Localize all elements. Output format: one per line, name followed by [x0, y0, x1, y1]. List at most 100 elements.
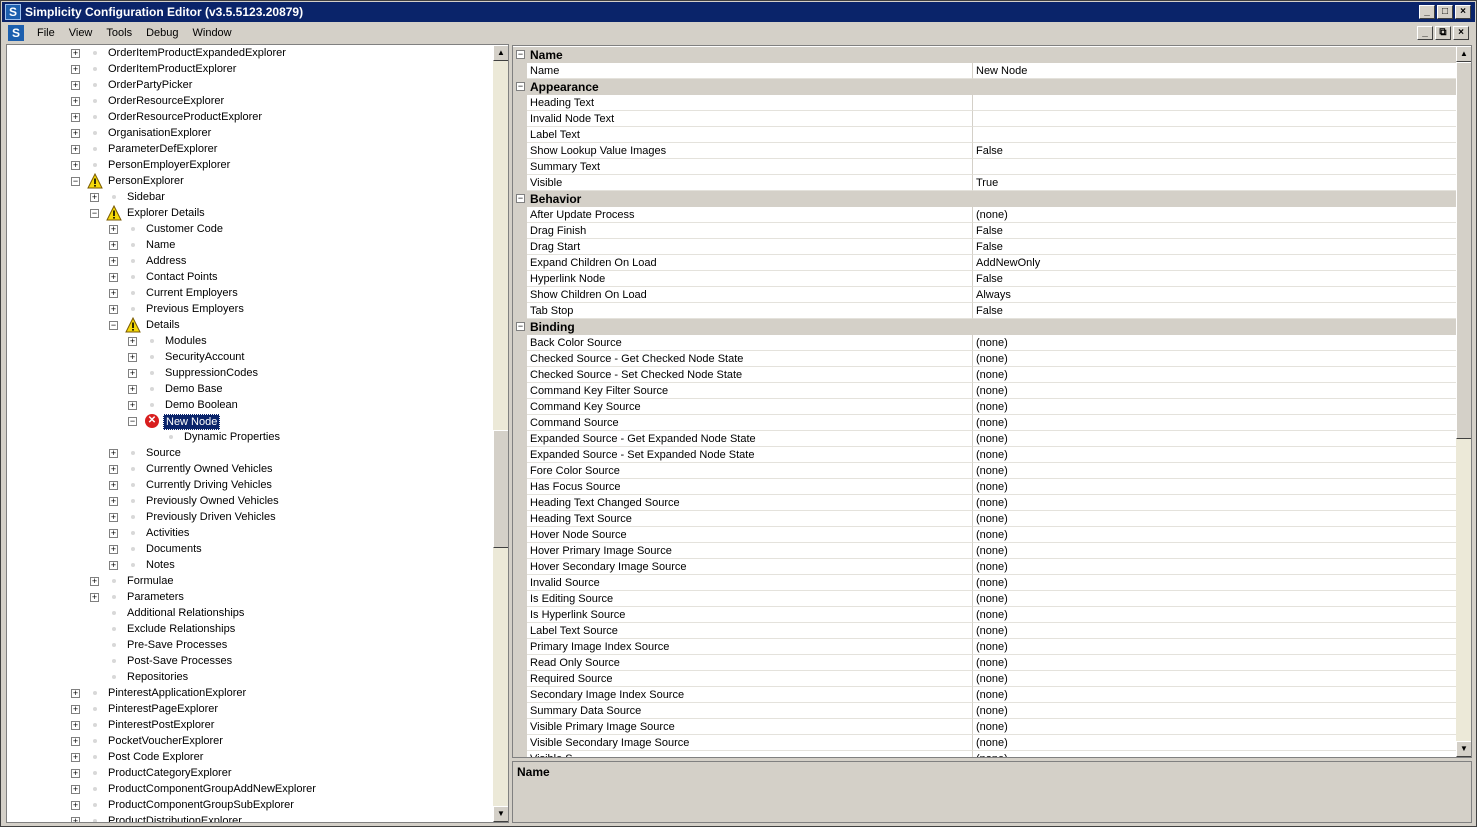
tree-scrollbar[interactable]: ▲ ▼	[493, 45, 508, 822]
property-row[interactable]: Required Source (none)	[513, 671, 1456, 687]
property-name[interactable]: Command Key Source	[527, 399, 973, 415]
property-value[interactable]: (none)	[973, 335, 1456, 351]
tree-item-label[interactable]: Parameters	[125, 589, 186, 605]
tree-item[interactable]: + OrderPartyPicker	[7, 77, 493, 93]
explorer-tree[interactable]: + OrderItemProductExpandedExplorer + OrderI…	[7, 45, 493, 822]
tree-item-label[interactable]: Notes	[144, 557, 177, 573]
property-row[interactable]: Checked Source - Get Checked Node State(…	[513, 351, 1456, 367]
maximize-button[interactable]: □	[1437, 5, 1453, 19]
property-row[interactable]: Expanded Source - Set Expanded Node Stat…	[513, 447, 1456, 463]
tree-item[interactable]: + Sidebar	[7, 189, 493, 205]
property-row[interactable]: Summary Data Source (none)	[513, 703, 1456, 719]
expand-icon[interactable]: +	[128, 369, 137, 378]
property-value[interactable]	[973, 95, 1456, 111]
property-row[interactable]: Hyperlink Node False	[513, 271, 1456, 287]
property-row[interactable]: Visible Secondary Image Source (none)	[513, 735, 1456, 751]
expand-icon[interactable]: +	[109, 241, 118, 250]
expand-icon[interactable]: +	[109, 497, 118, 506]
property-value[interactable]: (none)	[973, 591, 1456, 607]
expand-icon[interactable]: +	[90, 193, 99, 202]
property-row[interactable]: Hover Secondary Image Source (none)	[513, 559, 1456, 575]
property-row[interactable]: Tab Stop False	[513, 303, 1456, 319]
property-name[interactable]: Checked Source - Get Checked Node State	[527, 351, 973, 367]
property-row[interactable]: Heading Text Changed Source (none)	[513, 495, 1456, 511]
tree-item[interactable]: − Explorer Details	[7, 205, 493, 221]
property-value[interactable]: (none)	[973, 399, 1456, 415]
tree-item[interactable]: + Current Employers	[7, 285, 493, 301]
scroll-up-icon[interactable]: ▲	[1456, 46, 1471, 62]
collapse-icon[interactable]: −	[516, 322, 525, 331]
tree-item-label[interactable]: Contact Points	[144, 269, 220, 285]
property-value[interactable]: (none)	[973, 543, 1456, 559]
collapse-icon[interactable]: −	[128, 417, 137, 426]
property-name[interactable]: Primary Image Index Source	[527, 639, 973, 655]
tree-item[interactable]: Additional Relationships	[7, 605, 493, 621]
property-value[interactable]: (none)	[973, 383, 1456, 399]
document-icon[interactable]: S	[8, 25, 24, 41]
property-name[interactable]: Expand Children On Load	[527, 255, 973, 271]
property-name[interactable]: Read Only Source	[527, 655, 973, 671]
expand-icon[interactable]: +	[109, 561, 118, 570]
tree-item-label[interactable]: Explorer Details	[125, 205, 207, 221]
property-value[interactable]: (none)	[973, 735, 1456, 751]
mdi-close-button[interactable]: ×	[1453, 26, 1469, 40]
scroll-down-icon[interactable]: ▼	[1456, 741, 1471, 757]
tree-item[interactable]: + Address	[7, 253, 493, 269]
property-row[interactable]: Read Only Source (none)	[513, 655, 1456, 671]
expand-icon[interactable]: +	[109, 225, 118, 234]
property-value[interactable]: (none)	[973, 687, 1456, 703]
tree-item-label[interactable]: Sidebar	[125, 189, 167, 205]
tree-item[interactable]: Dynamic Properties	[7, 429, 493, 445]
property-value[interactable]: False	[973, 303, 1456, 319]
property-category[interactable]: − Behavior	[513, 191, 1456, 207]
tree-item-label[interactable]: Current Employers	[144, 285, 240, 301]
property-scrollbar[interactable]: ▲ ▼	[1456, 46, 1471, 757]
expand-icon[interactable]: +	[71, 753, 80, 762]
property-row[interactable]: Visible S...(none)	[513, 751, 1456, 757]
property-name[interactable]: Name	[527, 63, 973, 79]
property-row[interactable]: Expanded Source - Get Expanded Node Stat…	[513, 431, 1456, 447]
property-value[interactable]: (none)	[973, 351, 1456, 367]
tree-item-label[interactable]: ParameterDefExplorer	[106, 141, 219, 157]
tree-item[interactable]: − Details	[7, 317, 493, 333]
expand-icon[interactable]: +	[90, 577, 99, 586]
expand-icon[interactable]: +	[71, 817, 80, 822]
expand-icon[interactable]: +	[71, 721, 80, 730]
tree-item-label[interactable]: SuppressionCodes	[163, 365, 260, 381]
mdi-minimize-button[interactable]: _	[1417, 26, 1433, 40]
tree-item-label[interactable]: Exclude Relationships	[125, 621, 237, 637]
property-name[interactable]: Tab Stop	[527, 303, 973, 319]
tree-item[interactable]: + Previous Employers	[7, 301, 493, 317]
expand-icon[interactable]: +	[71, 161, 80, 170]
tree-item-label[interactable]: Additional Relationships	[125, 605, 246, 621]
tree-item-label[interactable]: Activities	[144, 525, 191, 541]
tree-item-label[interactable]: New Node	[163, 414, 221, 430]
property-name[interactable]: Command Key Filter Source	[527, 383, 973, 399]
expand-icon[interactable]: +	[71, 785, 80, 794]
scroll-down-icon[interactable]: ▼	[493, 806, 508, 822]
tree-item[interactable]: + PersonEmployerExplorer	[7, 157, 493, 173]
property-value[interactable]: AddNewOnly	[973, 255, 1456, 271]
expand-icon[interactable]: +	[71, 689, 80, 698]
expand-icon[interactable]: +	[71, 705, 80, 714]
tree-item[interactable]: + Currently Owned Vehicles	[7, 461, 493, 477]
property-value[interactable]: (none)	[973, 463, 1456, 479]
expand-icon[interactable]: +	[71, 129, 80, 138]
tree-item-label[interactable]: OrderPartyPicker	[106, 77, 194, 93]
collapse-icon[interactable]: −	[109, 321, 118, 330]
property-value[interactable]: (none)	[973, 479, 1456, 495]
tree-item-label[interactable]: OrganisationExplorer	[106, 125, 213, 141]
property-value[interactable]: New Node	[973, 63, 1456, 79]
property-value[interactable]: (none)	[973, 495, 1456, 511]
tree-item-label[interactable]: OrderResourceProductExplorer	[106, 109, 264, 125]
property-value[interactable]: (none)	[973, 447, 1456, 463]
expand-icon[interactable]: +	[109, 481, 118, 490]
tree-item-label[interactable]: Dynamic Properties	[182, 429, 282, 445]
tree-item-label[interactable]: Source	[144, 445, 183, 461]
property-name[interactable]: Has Focus Source	[527, 479, 973, 495]
property-name[interactable]: Required Source	[527, 671, 973, 687]
property-row[interactable]: Label Text	[513, 127, 1456, 143]
tree-item-label[interactable]: Details	[144, 317, 182, 333]
tree-item-label[interactable]: PocketVoucherExplorer	[106, 733, 225, 749]
expand-icon[interactable]: +	[109, 513, 118, 522]
